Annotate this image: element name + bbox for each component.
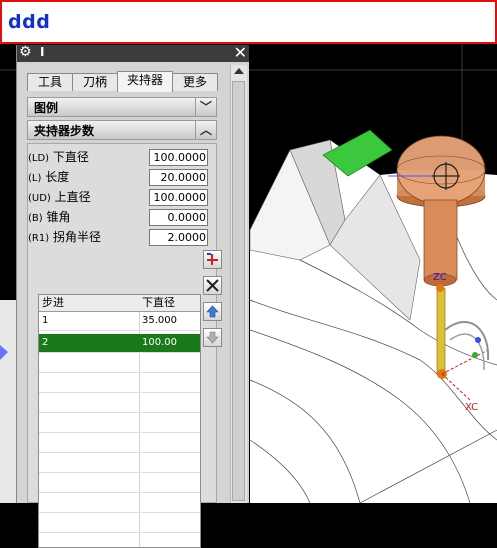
- column-header-step[interactable]: 步进: [42, 295, 64, 311]
- param-label: (UD) 上直径: [28, 190, 91, 204]
- add-step-button[interactable]: [203, 250, 222, 269]
- param-label: (LD) 下直径: [28, 150, 89, 164]
- steps-table[interactable]: 步进 下直径 1 35.000 2 100.00: [38, 294, 201, 548]
- tool-dialog-panel: ⚙ I ✕ 工具 刀柄 夹持器 更多 图例 ﹀ 夹持器步数 ︿ (LD) 下直径…: [16, 44, 249, 548]
- window-title: ddd: [8, 11, 51, 33]
- move-down-icon: [206, 331, 219, 344]
- param-row-upper-diameter: (UD) 上直径 100.0000: [25, 189, 208, 206]
- panel-header: ⚙ I ✕: [17, 44, 249, 62]
- legend-section-label: 图例: [34, 101, 59, 115]
- scroll-up-icon[interactable]: [234, 68, 244, 74]
- taper-angle-field[interactable]: 0.0000: [149, 209, 208, 226]
- legend-section-header[interactable]: 图例 ﹀: [27, 97, 217, 117]
- table-row[interactable]: 1 35.000: [39, 312, 200, 331]
- param-label: (R1) 拐角半径: [28, 230, 101, 244]
- move-down-button[interactable]: [203, 328, 222, 347]
- delete-step-icon: [206, 279, 219, 292]
- tab-more[interactable]: 更多: [172, 73, 218, 91]
- vertical-scrollbar[interactable]: [230, 65, 247, 503]
- param-row-lower-diameter: (LD) 下直径 100.0000: [25, 149, 208, 166]
- close-icon[interactable]: ✕: [234, 44, 247, 61]
- tab-holder[interactable]: 夹持器: [117, 71, 173, 92]
- table-header: 步进 下直径: [39, 295, 200, 312]
- delete-step-button[interactable]: [203, 276, 222, 295]
- scroll-thumb[interactable]: [232, 81, 245, 501]
- param-label: (B) 锥角: [28, 210, 71, 224]
- lower-diameter-field[interactable]: 100.0000: [149, 149, 208, 166]
- tab-tool[interactable]: 工具: [27, 73, 73, 91]
- holder-steps-section-header[interactable]: 夹持器步数 ︿: [27, 120, 217, 140]
- xc-axis-label: XC: [465, 402, 478, 413]
- title-bar: ddd: [0, 0, 497, 44]
- chevron-down-icon[interactable]: ﹀: [195, 98, 216, 116]
- param-row-corner-radius: (R1) 拐角半径 2.0000: [25, 229, 208, 246]
- move-up-icon: [206, 305, 219, 318]
- length-field[interactable]: 20.0000: [149, 169, 208, 186]
- param-row-taper-angle: (B) 锥角 0.0000: [25, 209, 208, 226]
- upper-diameter-field[interactable]: 100.0000: [149, 189, 208, 206]
- column-header-lower-diameter[interactable]: 下直径: [142, 295, 175, 311]
- tab-shank[interactable]: 刀柄: [72, 73, 118, 91]
- move-up-button[interactable]: [203, 302, 222, 321]
- corner-radius-field[interactable]: 2.0000: [149, 229, 208, 246]
- holder-steps-section-label: 夹持器步数: [34, 124, 95, 138]
- param-label: (L) 长度: [28, 170, 70, 184]
- pin-icon[interactable]: I: [40, 45, 50, 59]
- add-step-icon: [207, 253, 218, 265]
- gear-icon[interactable]: ⚙: [19, 44, 32, 61]
- chevron-up-icon[interactable]: ︿: [195, 121, 216, 139]
- table-row-selected[interactable]: 2 100.00: [39, 334, 200, 353]
- param-row-length: (L) 长度 20.0000: [25, 169, 208, 186]
- zc-axis-label: ZC: [433, 272, 447, 283]
